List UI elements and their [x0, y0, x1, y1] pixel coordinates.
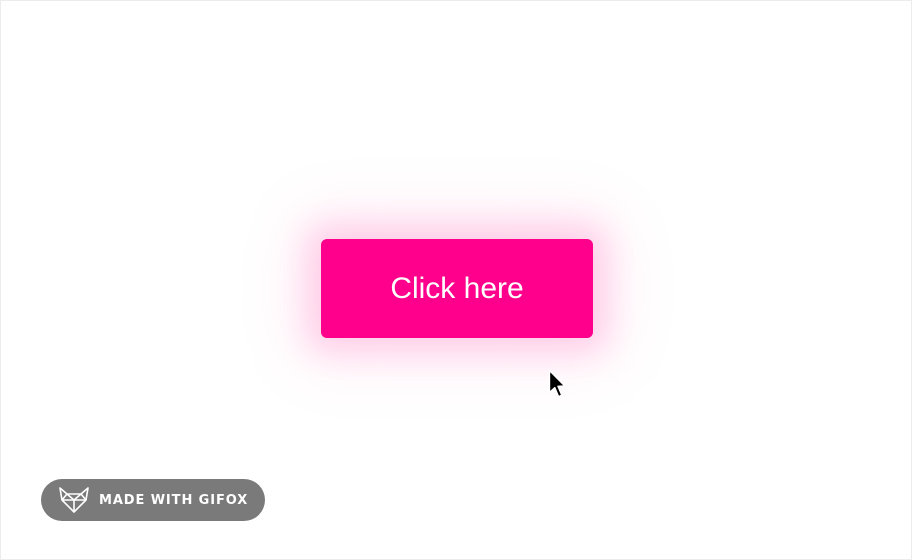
canvas: Click here MADE WITH GIFOX — [0, 0, 912, 560]
badge-label: MADE WITH GIFOX — [99, 492, 249, 508]
fox-logo-icon — [58, 486, 90, 514]
click-here-button[interactable]: Click here — [321, 239, 593, 338]
mouse-cursor-icon — [548, 369, 566, 403]
made-with-gifox-badge[interactable]: MADE WITH GIFOX — [41, 479, 265, 521]
